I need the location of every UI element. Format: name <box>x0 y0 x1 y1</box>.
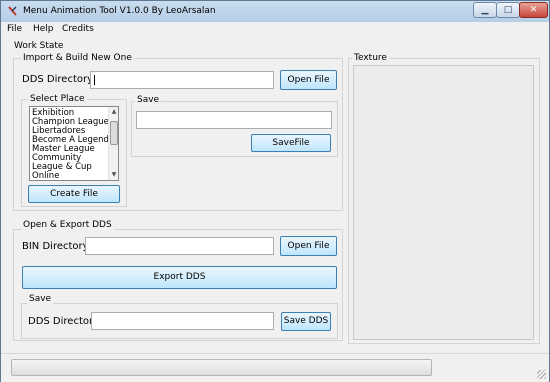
save-label: Save <box>135 95 162 105</box>
dds-directory-export-input[interactable] <box>91 312 274 330</box>
texture-preview <box>353 65 534 340</box>
main-window: Menu Animation Tool V1.0.0 By LeoArsalan… <box>0 0 550 382</box>
place-listbox[interactable]: Exhibition Champion League Libertadores … <box>29 106 119 181</box>
minimize-button[interactable]: ▁ <box>473 2 497 18</box>
status-bar <box>1 353 549 382</box>
close-button[interactable]: ✕ <box>519 2 548 18</box>
dds-directory-label: DDS Directory: <box>22 74 96 85</box>
menu-credits[interactable]: Credits <box>62 24 94 34</box>
bin-directory-label: BIN Directory: <box>22 241 92 252</box>
create-file-button[interactable]: Create File <box>28 185 120 203</box>
dds-directory-input[interactable] <box>90 71 274 89</box>
close-icon: ✕ <box>529 5 538 15</box>
minimize-icon: ▁ <box>481 5 489 15</box>
menu-file[interactable]: File <box>7 24 22 34</box>
text-caret <box>94 75 95 85</box>
title-bar[interactable]: Menu Animation Tool V1.0.0 By LeoArsalan… <box>1 1 549 22</box>
menu-bar: File Help Credits <box>1 22 549 37</box>
save-path-input[interactable] <box>136 111 332 129</box>
import-build-label: Import & Build New One <box>21 53 134 63</box>
export-dds-button[interactable]: Export DDS <box>22 266 337 289</box>
maximize-button[interactable]: □ <box>496 2 520 18</box>
resize-grip-icon[interactable] <box>537 370 546 379</box>
open-export-label: Open & Export DDS <box>21 220 114 230</box>
open-file-button[interactable]: Open File <box>280 70 337 90</box>
scroll-up-arrow-icon[interactable]: ▲ <box>109 107 118 117</box>
window-title: Menu Animation Tool V1.0.0 By LeoArsalan <box>23 6 216 16</box>
bin-directory-input[interactable] <box>85 237 274 255</box>
progress-bar <box>11 359 432 376</box>
scroll-thumb[interactable] <box>110 121 118 145</box>
app-icon <box>8 6 17 16</box>
select-place-label: Select Place <box>28 94 87 104</box>
maximize-icon: □ <box>503 5 513 15</box>
list-scrollbar[interactable]: ▲ ▼ <box>108 107 118 180</box>
menu-help[interactable]: Help <box>33 24 54 34</box>
list-item[interactable]: Online <box>32 171 59 180</box>
open-bin-button[interactable]: Open File <box>280 236 337 256</box>
scroll-down-arrow-icon[interactable]: ▼ <box>109 170 118 180</box>
export-save-label: Save <box>27 294 54 304</box>
work-state-label: Work State <box>14 41 64 51</box>
save-dds-button[interactable]: Save DDS <box>281 312 331 331</box>
savefile-button[interactable]: SaveFile <box>251 134 331 152</box>
texture-label: Texture <box>352 53 389 63</box>
